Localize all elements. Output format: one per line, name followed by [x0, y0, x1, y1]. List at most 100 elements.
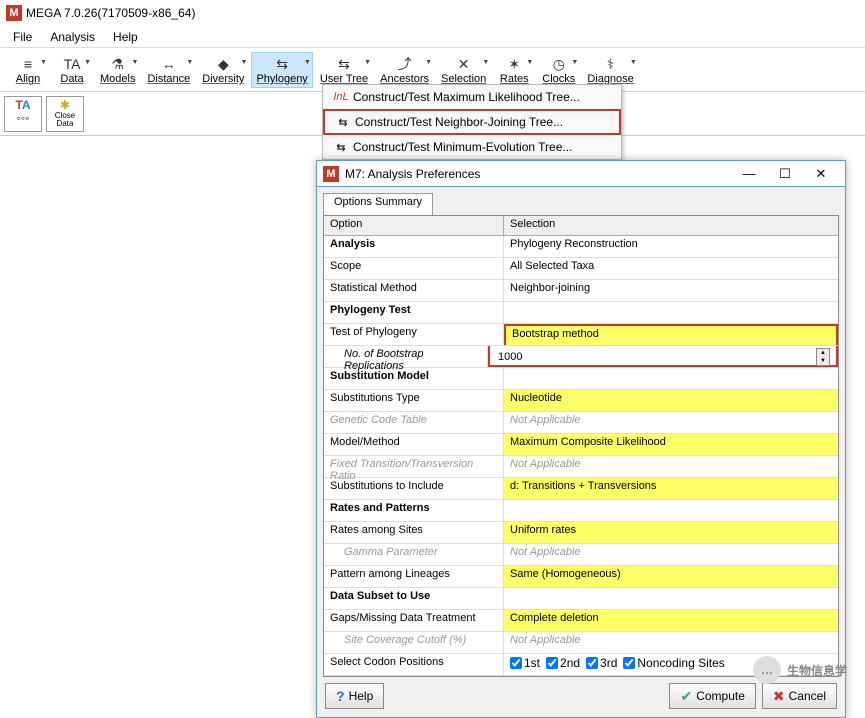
compute-button[interactable]: ✔ Compute — [669, 683, 755, 709]
dropdown-item[interactable]: ⇆Construct/Test Minimum-Evolution Tree..… — [323, 135, 621, 159]
option-value — [504, 368, 838, 389]
menu-help[interactable]: Help — [104, 30, 147, 44]
option-row: Rates among SitesUniform rates — [324, 522, 838, 544]
window-title: MEGA 7.0.26(7170509-x86_64) — [26, 6, 195, 20]
maximize-button[interactable]: ☐ — [767, 166, 803, 182]
toolbar-rates[interactable]: ✶Rates▼ — [493, 52, 535, 88]
spinner-buttons[interactable]: ▲▼ — [816, 348, 830, 366]
bootstrap-replications-input[interactable] — [496, 350, 816, 364]
dropdown-item[interactable]: ⇆Construct/Test Neighbor-Joining Tree... — [323, 109, 621, 135]
option-label: Scope — [324, 258, 504, 279]
option-value[interactable]: Same (Homogeneous) — [504, 566, 838, 587]
option-row: Model/MethodMaximum Composite Likelihood — [324, 434, 838, 456]
toolbar-selection[interactable]: ✕Selection▼ — [436, 52, 491, 88]
option-row: AnalysisPhylogeny Reconstruction — [324, 236, 838, 258]
option-value: Phylogeny Reconstruction — [504, 236, 838, 257]
option-value[interactable]: Not Applicable — [504, 544, 838, 565]
option-value[interactable]: Uniform rates — [504, 522, 838, 543]
ta-button[interactable]: TA ◦◦◦ — [4, 96, 42, 132]
option-label: Data Subset to Use — [324, 588, 504, 609]
chevron-down-icon: ▼ — [241, 59, 248, 66]
toolbar-icon: TA — [64, 55, 81, 73]
dropdown-item[interactable]: InLConstruct/Test Maximum Likelihood Tre… — [323, 85, 621, 109]
chevron-down-icon: ▼ — [84, 59, 91, 66]
chevron-down-icon: ▼ — [186, 59, 193, 66]
codon-checkbox[interactable]: 2nd — [546, 656, 580, 670]
option-value[interactable]: ▲▼ — [488, 346, 838, 367]
toolbar-distance[interactable]: ↔Distance▼ — [142, 52, 195, 88]
toolbar-clocks[interactable]: ◷Clocks▼ — [537, 52, 580, 88]
option-label: Substitutions to Include — [324, 478, 504, 499]
toolbar-data[interactable]: TAData▼ — [51, 52, 93, 88]
codon-checkbox[interactable]: Noncoding Sites — [623, 656, 724, 670]
option-value[interactable]: Bootstrap method — [504, 324, 838, 345]
toolbar-phylogeny[interactable]: ⇆Phylogeny▼ — [251, 52, 312, 88]
toolbar-models[interactable]: ⚗Models▼ — [95, 52, 140, 88]
toolbar-icon: ⇆ — [276, 55, 288, 73]
option-label: Statistical Method — [324, 280, 504, 301]
option-row: ScopeAll Selected Taxa — [324, 258, 838, 280]
toolbar-align[interactable]: ≡Align▼ — [7, 52, 49, 88]
options-grid: Option Selection AnalysisPhylogeny Recon… — [323, 215, 839, 677]
help-icon: ? — [336, 688, 345, 704]
option-label: Rates and Patterns — [324, 500, 504, 521]
grid-header: Option Selection — [324, 216, 838, 236]
option-value[interactable]: Nucleotide — [504, 390, 838, 411]
dialog-title: M7: Analysis Preferences — [345, 167, 480, 181]
option-value — [504, 588, 838, 609]
option-label: Substitutions Type — [324, 390, 504, 411]
title-bar: M MEGA 7.0.26(7170509-x86_64) — [0, 0, 865, 26]
close-button[interactable]: ✕ — [803, 166, 839, 182]
option-row: Statistical MethodNeighbor-joining — [324, 280, 838, 302]
option-value — [504, 500, 838, 521]
header-selection: Selection — [504, 216, 838, 235]
option-label: Genetic Code Table — [324, 412, 504, 433]
app-icon: M — [6, 5, 22, 21]
chevron-down-icon: ▼ — [425, 59, 432, 66]
option-row: Data Subset to Use — [324, 588, 838, 610]
chevron-down-icon: ▼ — [526, 59, 533, 66]
help-button[interactable]: ? Help — [325, 683, 384, 709]
option-label: Substitution Model — [324, 368, 504, 389]
option-label: Pattern among Lineages — [324, 566, 504, 587]
close-data-button[interactable]: ✱ Close Data — [46, 96, 84, 132]
menu-analysis[interactable]: Analysis — [41, 30, 104, 44]
option-label: Select Codon Positions — [324, 654, 504, 675]
option-label: Analysis — [324, 236, 504, 257]
option-value[interactable]: Not Applicable — [504, 412, 838, 433]
analysis-preferences-dialog: M M7: Analysis Preferences — ☐ ✕ Options… — [316, 160, 846, 718]
option-row: Fixed Transition/Transversion RatioNot A… — [324, 456, 838, 478]
toolbar-ancestors[interactable]: ⤴Ancestors▼ — [375, 52, 434, 88]
header-option: Option — [324, 216, 504, 235]
codon-checkbox[interactable]: 3rd — [586, 656, 617, 670]
option-value[interactable]: d: Transitions + Transversions — [504, 478, 838, 499]
option-label: Site Coverage Cutoff (%) — [324, 632, 504, 653]
option-value[interactable]: Not Applicable — [504, 632, 838, 653]
option-row: No. of Bootstrap Replications▲▼ — [324, 346, 838, 368]
toolbar-user tree[interactable]: ⇆User Tree▼ — [315, 52, 373, 88]
codon-checkbox[interactable]: 1st — [510, 656, 540, 670]
option-row: Site Coverage Cutoff (%)Not Applicable — [324, 632, 838, 654]
option-row: Genetic Code TableNot Applicable — [324, 412, 838, 434]
dialog-titlebar: M M7: Analysis Preferences — ☐ ✕ — [317, 161, 845, 187]
option-value[interactable]: All Selected Taxa — [504, 258, 838, 279]
cancel-button[interactable]: ✖ Cancel — [762, 683, 837, 709]
chevron-down-icon: ▼ — [571, 59, 578, 66]
option-value — [504, 302, 838, 323]
toolbar-icon: ⚕ — [607, 55, 615, 73]
option-value[interactable]: Complete deletion — [504, 610, 838, 631]
menu-bar: File Analysis Help — [0, 26, 865, 48]
option-label: Phylogeny Test — [324, 302, 504, 323]
toolbar-icon: ⤴ — [398, 55, 412, 73]
option-value[interactable]: Maximum Composite Likelihood — [504, 434, 838, 455]
minimize-button[interactable]: — — [731, 166, 767, 182]
chevron-down-icon: ▼ — [482, 59, 489, 66]
menu-file[interactable]: File — [4, 30, 41, 44]
option-label: Model/Method — [324, 434, 504, 455]
toolbar-diagnose[interactable]: ⚕Diagnose▼ — [582, 52, 638, 88]
tab-options-summary[interactable]: Options Summary — [323, 193, 433, 215]
option-value[interactable]: Not Applicable — [504, 456, 838, 477]
toolbar-diversity[interactable]: ◆Diversity▼ — [197, 52, 249, 88]
toolbar-icon: ⚗ — [111, 55, 124, 73]
option-value[interactable]: Neighbor-joining — [504, 280, 838, 301]
